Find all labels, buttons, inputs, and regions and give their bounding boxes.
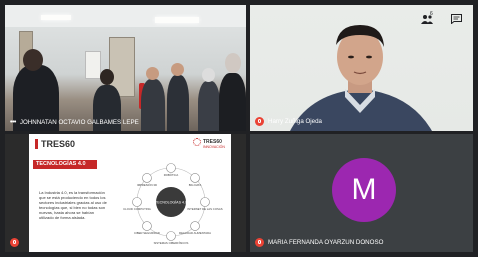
diagram-node-label: CLOUD COMPUTING	[123, 207, 151, 211]
person	[219, 73, 246, 131]
person-head	[146, 67, 159, 80]
brand-logo-left: TRES60	[41, 139, 76, 149]
participant-name: Harry Zuñiga Ojeda	[268, 118, 322, 125]
person-head	[171, 63, 184, 76]
participant-name-row: Harry Zuñiga Ojeda	[255, 117, 322, 126]
participant-name: JOHNNATAN OCTAVIO GALBAMES LEPE	[19, 119, 139, 126]
video-tile-avatar[interactable]: M MARIA FERNANDA OYARZUN DONOSO	[250, 134, 473, 252]
video-tile-room[interactable]: ••• JOHNNATAN OCTAVIO GALBAMES LEPE	[5, 5, 246, 131]
diagram-node-icon	[190, 221, 200, 231]
diagram-node-icon	[190, 173, 200, 183]
dispenser	[85, 51, 101, 79]
avatar: M	[332, 158, 396, 222]
diagram-node-label: REALIDAD AUMENTADA	[179, 231, 211, 235]
toolbar: 6	[421, 11, 463, 25]
person-head	[23, 49, 43, 71]
presentation-tile[interactable]: TRES60 TRES60 INNOVACIÓN TECNOLOGÍAS 4.0…	[5, 134, 246, 252]
diagram-node-label: BIG DATA	[189, 183, 202, 187]
diagram-node-icon	[142, 173, 152, 183]
participant-name-row	[10, 238, 19, 247]
diagram-node-icon	[132, 197, 142, 207]
diagram-node-label: ROBÓTICA	[164, 172, 179, 177]
diagram-node-icon	[142, 221, 152, 231]
brand-mark-icon	[193, 138, 201, 146]
brand-logo-right-sub: INNOVACIÓN	[203, 145, 225, 149]
person	[141, 79, 165, 131]
diagram-node-label: IMPRESIÓN 3D	[137, 182, 157, 187]
diagram-node-label: CIBER SEGURIDAD	[134, 231, 160, 235]
diagram-node-label: SISTEMAS CIBERFÍSICOS	[154, 241, 189, 245]
video-tile-portrait[interactable]: 6 Harry Zuñiga Ojeda	[250, 5, 473, 131]
slide-body: La Industria 4.0, es la transformación q…	[39, 190, 107, 220]
more-options-icon[interactable]: •••	[10, 119, 16, 126]
person-head	[202, 68, 215, 82]
mic-off-icon	[10, 238, 19, 247]
technologies-diagram: TECNOLOGÍAS 4.0 ROBÓTICA BIG DATA INTERNET …	[123, 163, 223, 245]
diagram-node-icon	[166, 231, 176, 241]
person	[167, 75, 189, 131]
participant-name: MARIA FERNANDA OYARZUN DONOSO	[268, 239, 384, 246]
diagram-center-label: TECNOLOGÍAS 4.0	[155, 201, 187, 205]
diagram-node-label: INTERNET DE LAS COSAS	[187, 207, 222, 211]
diagram-node-icon	[200, 197, 210, 207]
people-count: 6	[430, 11, 433, 17]
slide-title: TECNOLOGÍAS 4.0	[36, 161, 86, 167]
participant-name-row: MARIA FERNANDA OYARZUN DONOSO	[255, 238, 383, 247]
participant-name-row: ••• JOHNNATAN OCTAVIO GALBAMES LEPE	[10, 119, 139, 126]
person-head	[100, 69, 114, 85]
diagram-node-icon	[166, 163, 176, 173]
person	[198, 81, 220, 131]
mic-off-icon	[255, 238, 264, 247]
ceiling-light	[41, 15, 71, 20]
person-head	[225, 53, 241, 73]
brand-bar	[35, 139, 38, 149]
shared-slide: TRES60 TRES60 INNOVACIÓN TECNOLOGÍAS 4.0…	[29, 134, 231, 252]
chat-icon[interactable]	[451, 14, 463, 25]
ceiling-light	[155, 17, 199, 23]
mic-off-icon	[255, 117, 264, 126]
